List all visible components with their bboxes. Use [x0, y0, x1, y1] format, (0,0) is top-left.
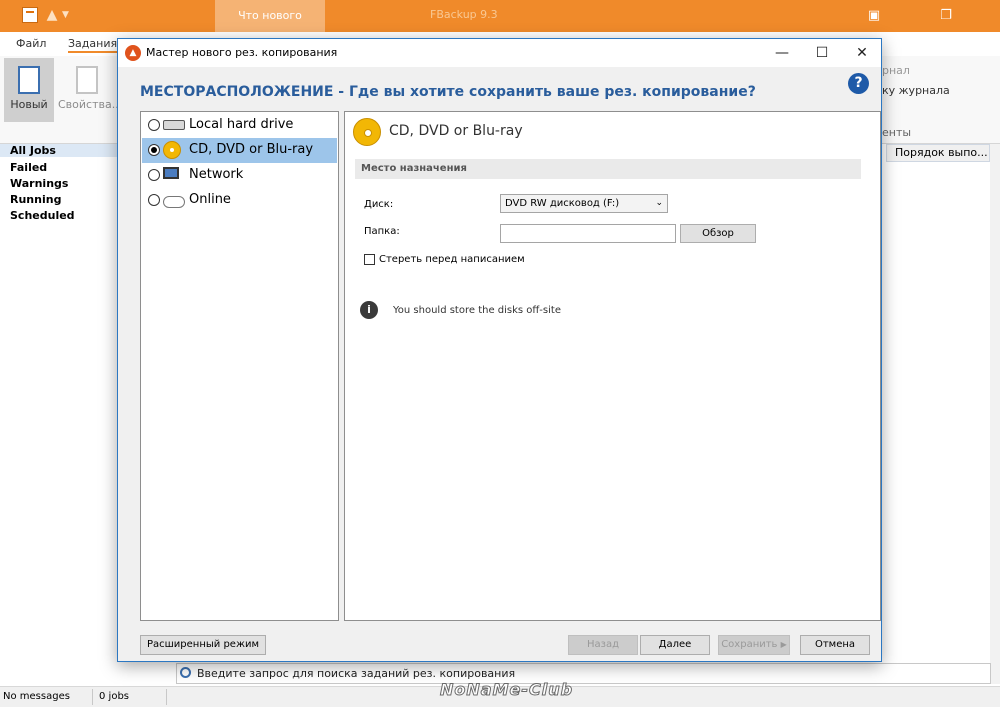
restore-icon[interactable]: ❐ — [930, 0, 962, 32]
location-list: Local hard drive CD, DVD or Blu-ray Netw… — [140, 111, 339, 621]
tab-whats-new[interactable]: Что нового — [215, 0, 325, 32]
back-button[interactable]: Назад — [568, 635, 638, 655]
destination-detail-panel: CD, DVD or Blu-ray Место назначения Диск… — [344, 111, 881, 621]
ribbon-section-partial: енты — [882, 126, 912, 139]
location-label: CD, DVD or Blu-ray — [189, 142, 314, 157]
nav-item-scheduled[interactable]: Scheduled — [10, 209, 75, 222]
next-button[interactable]: Далее — [640, 635, 710, 655]
chevron-down-icon: ⌄ — [655, 198, 663, 208]
new-backup-wizard-dialog: ▲ Мастер нового рез. копирования — ☐ ✕ М… — [117, 38, 882, 662]
cancel-button[interactable]: Отмена — [800, 635, 870, 655]
new-document-icon[interactable] — [22, 7, 38, 23]
save-button-label: Сохранить — [721, 639, 778, 650]
erase-before-writing-label[interactable]: Стереть перед написанием — [379, 254, 525, 265]
app-titlebar: ▲ ▼ Что нового FBackup 9.3 ▣ ❐ — [0, 0, 1000, 32]
disk-select[interactable]: DVD RW дисковод (F:) ⌄ — [500, 194, 668, 213]
save-button[interactable]: Сохранить ▶ — [718, 635, 790, 655]
minimize-button[interactable]: — — [762, 39, 802, 67]
column-header-order[interactable]: Порядок выпо... — [886, 144, 990, 162]
clear-log-partial[interactable]: ку журнала — [882, 84, 950, 97]
status-messages: No messages — [3, 691, 70, 702]
new-job-button[interactable]: Новый — [4, 58, 54, 122]
nav-item-warnings[interactable]: Warnings — [10, 177, 68, 190]
location-item-cd-dvd-bluray[interactable]: CD, DVD or Blu-ray — [142, 138, 337, 163]
fullscreen-icon[interactable]: ▣ — [858, 0, 890, 32]
maximize-button[interactable]: ☐ — [802, 39, 842, 67]
disk-label: Диск: — [364, 199, 394, 210]
radio-cd-dvd-bluray[interactable] — [148, 144, 160, 156]
nav-item-all-jobs[interactable]: All Jobs — [0, 144, 118, 157]
app-title: FBackup 9.3 — [430, 8, 498, 21]
properties-button[interactable]: Свойства... — [58, 58, 122, 122]
radio-local-hard-drive[interactable] — [148, 119, 160, 131]
status-jobs: 0 jobs — [99, 691, 129, 702]
location-item-network[interactable]: Network — [142, 163, 337, 188]
new-document-icon — [18, 66, 40, 94]
section-header-destination: Место назначения — [355, 159, 861, 179]
cd-icon — [353, 118, 381, 146]
erase-before-writing-checkbox[interactable] — [364, 254, 375, 265]
folder-input[interactable] — [500, 224, 676, 243]
watermark-text: NoNaMe-Club — [439, 680, 574, 700]
hard-drive-icon — [163, 120, 185, 130]
chevron-right-icon: ▶ — [780, 640, 787, 649]
chevron-down-icon[interactable]: ▼ — [62, 7, 78, 23]
job-filter-nav: All Jobs Failed Warnings Running Schedul… — [0, 144, 118, 684]
tab-jobs[interactable]: Задания — [68, 37, 118, 53]
dialog-titlebar: ▲ Мастер нового рез. копирования — ☐ ✕ — [118, 39, 881, 67]
vertical-scrollbar[interactable] — [990, 144, 1000, 684]
network-icon — [163, 167, 179, 179]
advanced-mode-button[interactable]: Расширенный режим — [140, 635, 266, 655]
nav-item-failed[interactable]: Failed — [10, 161, 47, 174]
location-label: Local hard drive — [189, 117, 294, 132]
location-item-online[interactable]: Online — [142, 188, 337, 213]
radio-online[interactable] — [148, 194, 160, 206]
fbackup-logo-icon: ▲ — [125, 45, 141, 61]
info-text: You should store the disks off-site — [393, 305, 561, 316]
location-label: Online — [189, 192, 231, 207]
disk-select-value: DVD RW дисковод (F:) — [505, 198, 620, 209]
ribbon-group-partial: рнал — [882, 64, 910, 77]
status-divider — [92, 689, 93, 705]
dialog-title: Мастер нового рез. копирования — [146, 46, 338, 59]
properties-icon — [76, 66, 98, 94]
cloud-icon — [163, 196, 185, 208]
new-job-label: Новый — [10, 98, 48, 111]
location-item-local-hard-drive[interactable]: Local hard drive — [142, 113, 337, 138]
browse-button[interactable]: Обзор — [680, 224, 756, 243]
help-icon[interactable]: ? — [848, 73, 869, 94]
search-icon — [180, 667, 191, 678]
close-button[interactable]: ✕ — [842, 39, 882, 67]
search-placeholder: Введите запрос для поиска заданий рез. к… — [197, 667, 516, 680]
tab-file[interactable]: Файл — [16, 37, 46, 50]
info-icon: i — [360, 301, 378, 319]
job-search-input[interactable]: Введите запрос для поиска заданий рез. к… — [176, 663, 991, 684]
folder-label: Папка: — [364, 226, 400, 237]
location-label: Network — [189, 167, 244, 182]
cd-icon — [163, 141, 181, 159]
radio-network[interactable] — [148, 169, 160, 181]
nav-item-running[interactable]: Running — [10, 193, 61, 206]
properties-label: Свойства... — [58, 98, 123, 111]
status-divider — [166, 689, 167, 705]
arrow-up-icon[interactable]: ▲ — [44, 7, 60, 23]
detail-title: CD, DVD or Blu-ray — [389, 123, 523, 139]
wizard-heading: МЕСТОРАСПОЛОЖЕНИЕ - Где вы хотите сохран… — [140, 84, 756, 100]
